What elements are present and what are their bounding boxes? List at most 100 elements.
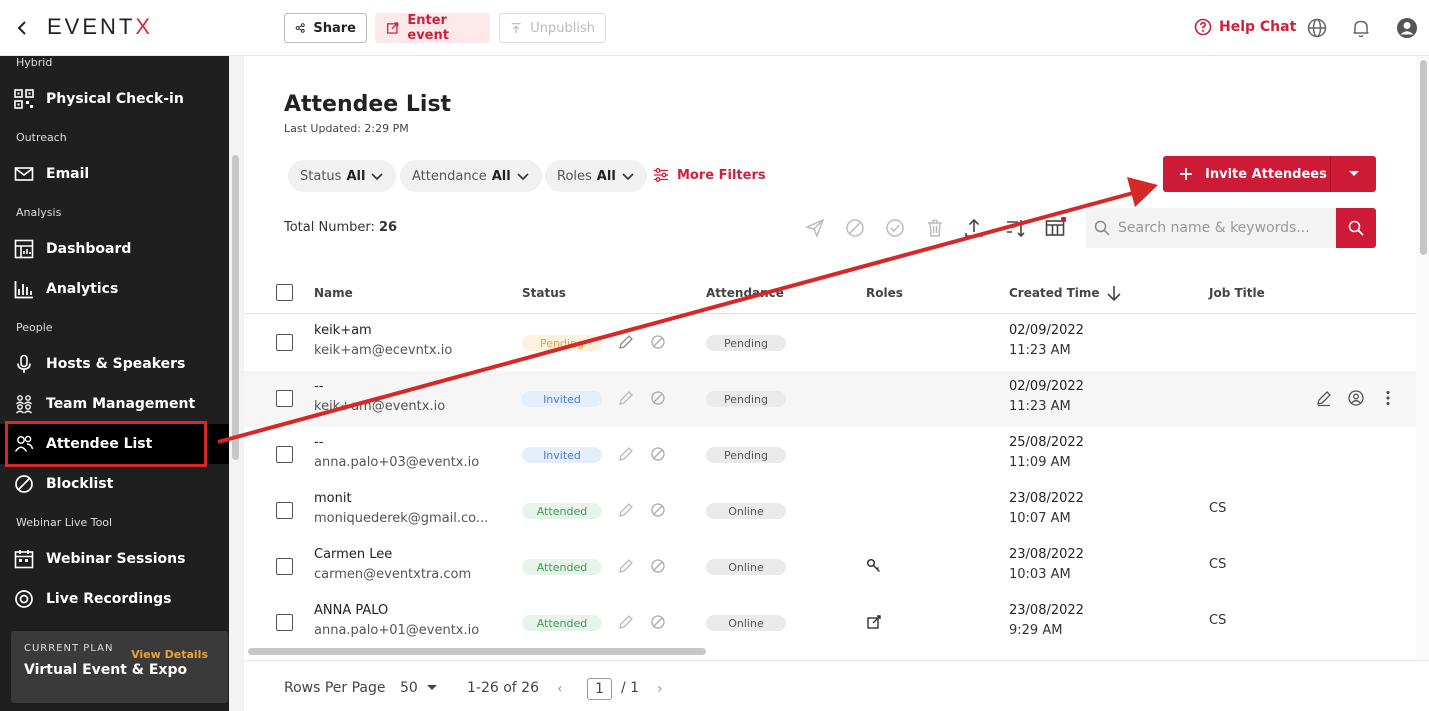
prev-page-icon[interactable]: ‹: [557, 681, 563, 697]
sidebar-item-label: Webinar Sessions: [46, 551, 186, 567]
sidebar-item-label: Physical Check-in: [46, 91, 184, 107]
attendee-email: keik+am@eventx.io: [314, 399, 446, 414]
section-hybrid: Hybrid: [16, 56, 53, 69]
attendance-badge: Pending: [706, 335, 786, 351]
upload-icon: [511, 23, 521, 34]
row-checkbox[interactable]: [276, 558, 293, 575]
send-icon[interactable]: [804, 217, 826, 239]
sliders-icon: [654, 168, 668, 182]
search-field[interactable]: Search name & keywords...: [1086, 208, 1336, 248]
dashboard-icon: [14, 239, 34, 259]
created-date: 23/08/2022: [1009, 491, 1084, 506]
block-icon[interactable]: [649, 501, 667, 519]
pencil-icon[interactable]: [617, 389, 635, 407]
sidebar-item-physical-checkin[interactable]: Physical Check-in: [0, 79, 229, 119]
more-filters-button[interactable]: More Filters: [653, 167, 766, 183]
block-icon: [15, 475, 33, 493]
edit-icon[interactable]: [1315, 389, 1333, 407]
sidebar-item-live-recordings[interactable]: Live Recordings: [0, 579, 229, 619]
filter-label: Roles: [557, 168, 592, 184]
table-horizontal-scrollbar[interactable]: [248, 648, 706, 655]
created-date: 25/08/2022: [1009, 435, 1084, 450]
share-button[interactable]: Share: [284, 13, 367, 43]
rows-per-page-select[interactable]: 50: [400, 680, 438, 696]
created-date: 23/08/2022: [1009, 547, 1084, 562]
created-time: 11:09 AM: [1009, 455, 1071, 470]
help-chat-button[interactable]: Help Chat: [1194, 18, 1296, 36]
table-row[interactable]: ANNA PALO anna.palo+01@eventx.io Attende…: [244, 595, 1416, 651]
pencil-icon[interactable]: [617, 613, 635, 631]
sidebar-item-dashboard[interactable]: Dashboard: [0, 229, 229, 269]
page-title: Attendee List: [284, 92, 452, 117]
table-row[interactable]: keik+am keik+am@ecevntx.io Pending Pendi…: [244, 315, 1416, 371]
main-vertical-scrollbar[interactable]: [1420, 60, 1427, 255]
invite-dropdown-toggle[interactable]: [1331, 170, 1376, 178]
globe-icon[interactable]: [1306, 17, 1328, 39]
columns-icon[interactable]: [1044, 217, 1066, 239]
block-icon[interactable]: [649, 389, 667, 407]
column-name[interactable]: Name: [314, 286, 353, 300]
next-page-icon[interactable]: ›: [657, 681, 663, 697]
question-circle-icon: [1194, 18, 1212, 36]
pencil-icon[interactable]: [617, 445, 635, 463]
bell-icon[interactable]: [1350, 17, 1372, 39]
sidebar-item-webinar-sessions[interactable]: Webinar Sessions: [0, 539, 229, 579]
row-checkbox[interactable]: [276, 614, 293, 631]
table-row[interactable]: -- keik+am@eventx.io Invited Pending 02/…: [244, 371, 1416, 427]
caret-down-icon: [426, 685, 437, 690]
check-circle-icon[interactable]: [884, 217, 906, 239]
row-checkbox[interactable]: [276, 390, 293, 407]
column-created-time[interactable]: Created Time: [1009, 286, 1100, 300]
attendee-email: moniquederek@gmail.co...: [314, 511, 489, 526]
filter-roles[interactable]: Roles All: [545, 160, 647, 192]
invite-attendees-button[interactable]: Invite Attendees: [1163, 156, 1376, 192]
export-icon[interactable]: [963, 217, 985, 239]
back-arrow-icon[interactable]: [14, 18, 32, 38]
created-time: 11:23 AM: [1009, 399, 1071, 414]
trash-icon[interactable]: [924, 217, 946, 239]
column-status[interactable]: Status: [522, 286, 566, 300]
row-checkbox[interactable]: [276, 502, 293, 519]
bar-chart-icon: [14, 281, 33, 299]
calendar-icon: [14, 550, 34, 569]
view-details-link[interactable]: View Details: [131, 648, 208, 661]
block-icon[interactable]: [649, 445, 667, 463]
filter-status[interactable]: Status All: [288, 160, 397, 192]
filter-attendance[interactable]: Attendance All: [400, 160, 542, 192]
unpublish-button[interactable]: Unpublish: [499, 13, 606, 43]
rows-per-page-label: Rows Per Page: [284, 680, 386, 696]
block-icon[interactable]: [649, 557, 667, 575]
enter-event-button[interactable]: Enter event: [375, 13, 490, 43]
user-avatar-icon[interactable]: [1396, 17, 1418, 39]
page-input[interactable]: 1: [587, 678, 612, 700]
sort-down-icon[interactable]: [1106, 284, 1122, 302]
table-row[interactable]: Carmen Lee carmen@eventxtra.com Attended…: [244, 539, 1416, 595]
pencil-icon[interactable]: [617, 501, 635, 519]
sidebar-item-team-management[interactable]: Team Management: [0, 384, 229, 424]
status-badge: Attended: [522, 615, 602, 631]
pencil-icon[interactable]: [617, 333, 635, 351]
sort-icon[interactable]: [1004, 217, 1026, 239]
sidebar-scrollbar[interactable]: [232, 155, 239, 460]
sidebar-item-email[interactable]: Email: [0, 154, 229, 194]
sidebar-item-blocklist[interactable]: Blocklist: [0, 464, 229, 504]
sidebar-item-analytics[interactable]: Analytics: [0, 269, 229, 309]
table-row[interactable]: monit moniquederek@gmail.co... Attended …: [244, 483, 1416, 539]
pencil-icon[interactable]: [617, 557, 635, 575]
sidebar-item-hosts-speakers[interactable]: Hosts & Speakers: [0, 344, 229, 384]
block-icon[interactable]: [649, 333, 667, 351]
invite-attendees-main[interactable]: Invite Attendees: [1163, 156, 1331, 192]
chevron-down-icon: [371, 173, 383, 181]
row-checkbox[interactable]: [276, 446, 293, 463]
row-checkbox[interactable]: [276, 334, 293, 351]
user-circle-icon[interactable]: [1347, 389, 1365, 407]
table-row[interactable]: -- anna.palo+03@eventx.io Invited Pendin…: [244, 427, 1416, 483]
select-all-checkbox[interactable]: [276, 284, 293, 301]
search-button[interactable]: [1336, 208, 1376, 248]
column-attendance[interactable]: Attendance: [706, 286, 784, 300]
column-roles[interactable]: Roles: [866, 286, 903, 300]
more-vertical-icon[interactable]: [1379, 389, 1397, 407]
block-icon[interactable]: [649, 613, 667, 631]
column-job-title[interactable]: Job Title: [1209, 286, 1265, 300]
block-icon[interactable]: [844, 217, 866, 239]
